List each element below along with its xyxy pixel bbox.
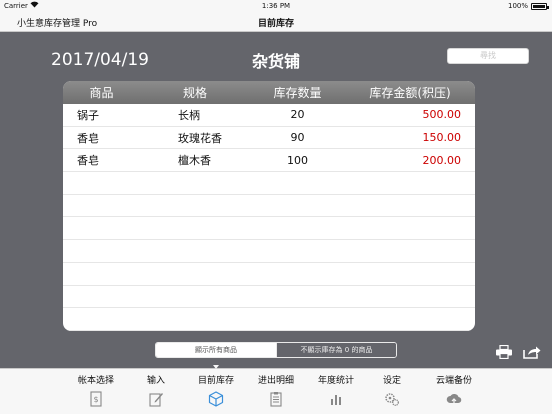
cell-product: 锅子 xyxy=(77,108,99,122)
tab-settings[interactable]: 设定 xyxy=(360,373,424,407)
edit-icon xyxy=(149,393,163,407)
tab-label: 设定 xyxy=(382,376,401,386)
column-header-quantity: 库存数量 xyxy=(273,86,322,100)
tab-label: 年度统计 xyxy=(317,376,354,386)
status-time: 1:36 PM xyxy=(261,2,291,10)
tab-cloud-backup[interactable]: 云端备份 xyxy=(422,373,486,407)
stock-filter-segmented-control: 顯示所有商品 不顯示庫存為 0 的商品 xyxy=(155,342,397,358)
search-button[interactable]: 尋找 xyxy=(447,48,529,64)
cell-spec: 玫瑰花香 xyxy=(178,131,222,145)
page-title: 目前库存 xyxy=(257,19,294,29)
empty-row xyxy=(63,172,475,195)
filter-hide-zero-stock[interactable]: 不顯示庫存為 0 的商品 xyxy=(276,343,396,357)
column-header-spec: 规格 xyxy=(182,86,207,100)
tab-transactions[interactable]: 进出明细 xyxy=(244,373,308,407)
table-row[interactable]: 香皂 玫瑰花香 90 150.00 xyxy=(63,127,475,150)
table-row[interactable]: 香皂 檀木香 100 200.00 xyxy=(63,149,475,173)
cell-amount: 150.00 xyxy=(422,131,462,145)
cell-quantity: 100 xyxy=(287,153,308,167)
tab-label: 云端备份 xyxy=(435,376,472,386)
empty-row xyxy=(63,195,475,218)
battery-percent: 100% xyxy=(507,2,528,10)
active-tab-indicator xyxy=(213,365,219,369)
cell-spec: 檀木香 xyxy=(178,154,211,168)
cell-amount: 200.00 xyxy=(422,153,462,167)
tab-current-stock[interactable]: 目前库存 xyxy=(184,373,248,407)
tab-annual-stats[interactable]: 年度统计 xyxy=(304,373,368,407)
tab-bar: 帐本选择 $ 输入 目前库存 进出明细 年度统计 设定 云端备份 xyxy=(0,368,552,414)
tab-label: 目前库存 xyxy=(197,376,234,386)
filter-show-all[interactable]: 顯示所有商品 xyxy=(156,343,276,357)
cell-product: 香皂 xyxy=(77,154,99,168)
share-icon[interactable] xyxy=(523,344,541,359)
cell-product: 香皂 xyxy=(77,131,99,145)
column-header-product: 商品 xyxy=(89,86,114,100)
tab-input[interactable]: 输入 xyxy=(124,373,188,407)
inventory-table: 商品 规格 库存数量 库存金额(积压) 锅子 长柄 20 500.00 香皂 玫… xyxy=(63,81,475,331)
navigation-bar: 小生意库存管理 Pro 目前库存 xyxy=(0,12,552,32)
tab-label: 输入 xyxy=(146,376,165,386)
empty-row xyxy=(63,308,475,331)
svg-text:$: $ xyxy=(93,395,98,404)
bar-chart-icon xyxy=(331,395,341,405)
cell-quantity: 90 xyxy=(290,131,305,145)
tab-label: 帐本选择 xyxy=(77,376,114,386)
table-row[interactable]: 锅子 长柄 20 500.00 xyxy=(63,104,475,127)
empty-row xyxy=(63,286,475,309)
column-header-amount: 库存金额(积压) xyxy=(369,86,451,100)
status-bar: Carrier 1:36 PM 100% xyxy=(0,0,552,12)
cloud-upload-icon xyxy=(446,393,462,406)
empty-row xyxy=(63,263,475,286)
cell-spec: 长柄 xyxy=(178,108,200,122)
ledger-icon: $ xyxy=(90,391,102,407)
printer-icon[interactable] xyxy=(495,344,513,360)
cell-quantity: 20 xyxy=(290,108,305,122)
table-header: 商品 规格 库存数量 库存金额(积压) xyxy=(63,81,475,104)
clipboard-icon xyxy=(270,392,282,407)
gears-icon xyxy=(385,393,399,406)
tab-label: 进出明细 xyxy=(257,376,294,386)
box-icon xyxy=(208,391,224,407)
empty-row xyxy=(63,217,475,241)
cell-amount: 500.00 xyxy=(422,108,462,122)
tab-ledger-select[interactable]: 帐本选择 $ xyxy=(64,373,128,407)
battery-icon xyxy=(531,3,549,10)
empty-row xyxy=(63,240,475,263)
